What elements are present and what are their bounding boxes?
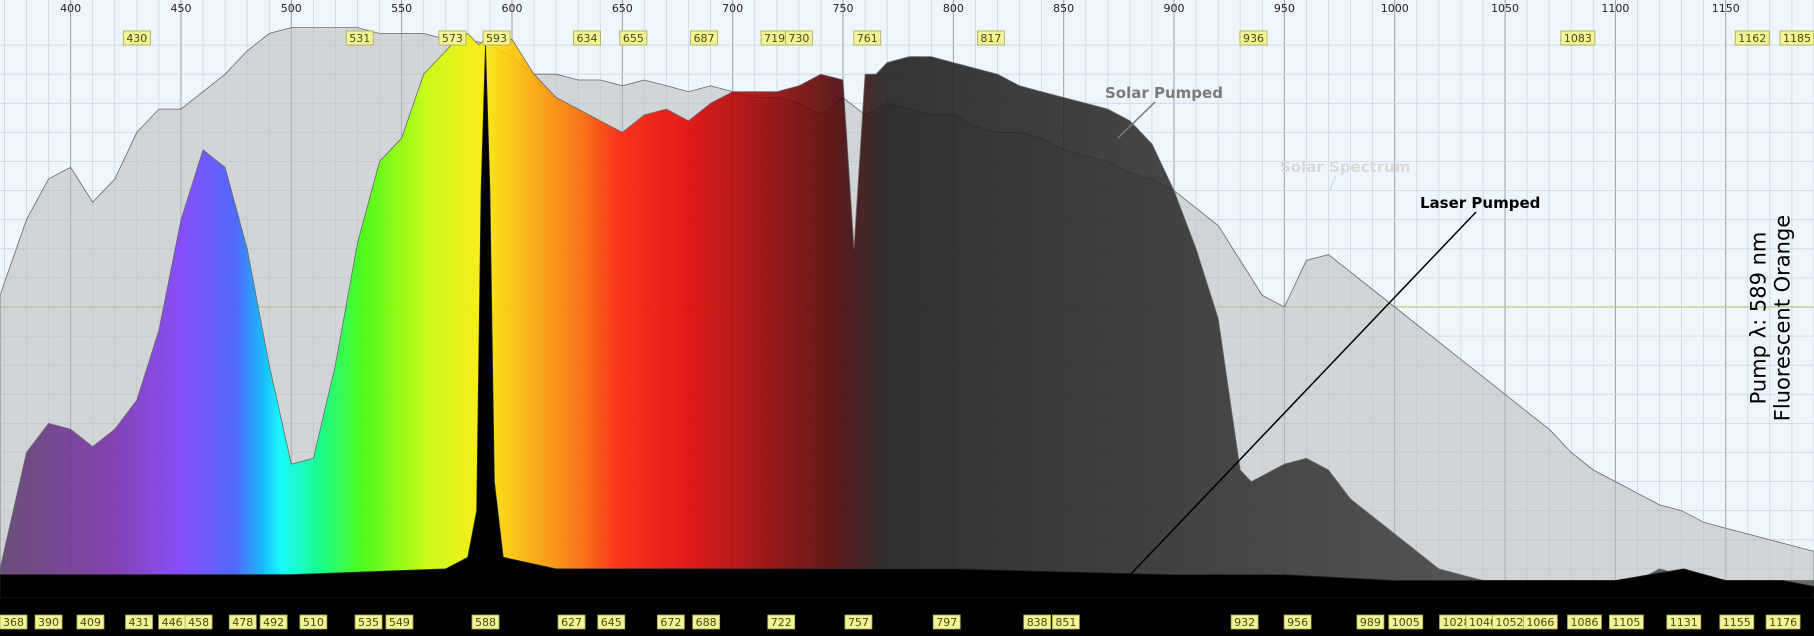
bottom-peak-label: 688: [696, 616, 717, 629]
top-peak-label: 634: [577, 32, 598, 45]
x-tick-label: 400: [60, 2, 81, 15]
bottom-peak-label: 672: [660, 616, 681, 629]
top-peak-label: 936: [1243, 32, 1264, 45]
x-tick-label: 900: [1164, 2, 1185, 15]
top-peak-label: 430: [126, 32, 147, 45]
bottom-peak-label: 1005: [1392, 616, 1420, 629]
bottom-peak-label: 645: [601, 616, 622, 629]
spectrum-chart-svg: 400 450 500 550 600 650 700 750 800 850 900 950 1000…: [0, 0, 1814, 636]
bottom-peak-label: 510: [303, 616, 324, 629]
pump-wavelength-label: Pump λ: 589 nmFluorescent Orange: [1746, 215, 1794, 421]
spectrum-chart: 400 450 500 550 600 650 700 750 800 850 900 950 1000…: [0, 0, 1814, 636]
x-tick-label: 950: [1274, 2, 1295, 15]
x-tick-label: 1150: [1712, 2, 1740, 15]
x-tick-label: 850: [1053, 2, 1074, 15]
bottom-peak-label: 492: [263, 616, 284, 629]
bottom-peak-label: 409: [80, 616, 101, 629]
bottom-peak-label: 989: [1360, 616, 1381, 629]
side-label-line: Pump λ: 589 nm: [1746, 232, 1770, 405]
bottom-peak-label: 722: [771, 616, 792, 629]
top-peak-label: 593: [486, 32, 507, 45]
top-peak-label: 719: [764, 32, 785, 45]
top-peak-label: 1185: [1783, 32, 1811, 45]
bottom-peak-label: 549: [389, 616, 410, 629]
bottom-peak-label: 627: [561, 616, 582, 629]
bottom-peak-label: 932: [1234, 616, 1255, 629]
top-peak-label: 687: [693, 32, 714, 45]
bottom-peak-label: 431: [129, 616, 150, 629]
bottom-peak-label: 1131: [1670, 616, 1698, 629]
bottom-peak-label: 1176: [1769, 616, 1797, 629]
x-tick-label: 450: [170, 2, 191, 15]
top-peak-label: 730: [788, 32, 809, 45]
bottom-peak-label: 478: [232, 616, 253, 629]
x-tick-label: 1050: [1491, 2, 1519, 15]
x-tick-label: 1100: [1601, 2, 1629, 15]
top-peak-label: 1083: [1564, 32, 1592, 45]
bottom-peak-label: 446: [162, 616, 183, 629]
bottom-peak-label: 1066: [1526, 616, 1554, 629]
bottom-peak-label: 535: [358, 616, 379, 629]
annotation-label: Solar Pumped: [1105, 84, 1223, 102]
x-tick-label: 500: [281, 2, 302, 15]
annotation-label: Laser Pumped: [1420, 194, 1540, 212]
side-label-line: Fluorescent Orange: [1771, 215, 1795, 421]
top-peak-label: 817: [980, 32, 1001, 45]
bottom-peak-label: 368: [3, 616, 24, 629]
top-peak-label: 655: [623, 32, 644, 45]
x-tick-label: 600: [501, 2, 522, 15]
bottom-peak-label: 797: [936, 616, 957, 629]
bottom-peak-label: 1155: [1723, 616, 1751, 629]
top-peak-label: 573: [442, 32, 463, 45]
x-tick-label: 700: [722, 2, 743, 15]
top-peak-label: 761: [857, 32, 878, 45]
bottom-peak-label: 838: [1027, 616, 1048, 629]
bottom-peak-label: 458: [188, 616, 209, 629]
bottom-peak-label: 588: [475, 616, 496, 629]
x-tick-label: 750: [833, 2, 854, 15]
bottom-peak-label: 851: [1055, 616, 1076, 629]
annotation-label: Solar Spectrum: [1280, 158, 1410, 176]
bottom-peak-label: 757: [848, 616, 869, 629]
x-tick-label: 1000: [1381, 2, 1409, 15]
bottom-peak-label: 390: [38, 616, 59, 629]
x-tick-label: 650: [612, 2, 633, 15]
bottom-peak-label: 1105: [1612, 616, 1640, 629]
bottom-peak-label: 1086: [1570, 616, 1598, 629]
top-peak-label: 531: [349, 32, 370, 45]
top-peak-label: 1162: [1738, 32, 1766, 45]
x-tick-label: 550: [391, 2, 412, 15]
bottom-peak-label: 956: [1287, 616, 1308, 629]
x-tick-label: 800: [943, 2, 964, 15]
bottom-peak-label: 1052: [1495, 616, 1523, 629]
